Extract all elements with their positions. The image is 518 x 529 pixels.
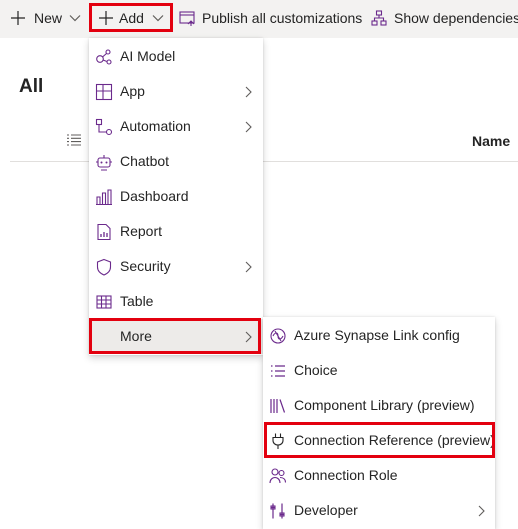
add-menu-item-label: Report — [120, 223, 163, 239]
add-menu-item-table[interactable]: Table — [89, 284, 263, 319]
add-menu-item-label: Automation — [120, 118, 191, 134]
plus-icon — [99, 11, 113, 25]
azure-synapse-icon — [270, 328, 286, 344]
add-button[interactable]: Add — [98, 0, 164, 36]
header-divider — [10, 161, 518, 162]
chevron-right-icon — [245, 261, 252, 273]
publish-icon — [179, 11, 195, 26]
view-title: All — [19, 76, 44, 97]
more-menu-item-label: Component Library (preview) — [294, 397, 475, 413]
add-menu-item-ai-model[interactable]: AI Model — [89, 39, 263, 74]
more-menu-item-developer[interactable]: Developer — [263, 493, 495, 528]
add-menu-item-label: AI Model — [120, 48, 176, 64]
component-library-icon — [270, 399, 286, 413]
more-menu-item-label: Connection Role — [294, 467, 398, 483]
chevron-right-icon — [245, 86, 252, 98]
add-menu-item-more[interactable]: More — [89, 319, 263, 354]
plus-icon — [11, 11, 25, 25]
more-menu-item-connection-role[interactable]: Connection Role — [263, 458, 495, 493]
add-menu-item-label: Security — [120, 258, 171, 274]
add-menu-item-label: App — [120, 83, 145, 99]
app-icon — [95, 83, 113, 101]
name-column-label: Name — [472, 133, 511, 149]
add-menu-item-dashboard[interactable]: Dashboard — [89, 179, 263, 214]
report-icon — [97, 223, 111, 241]
add-menu-item-report[interactable]: Report — [89, 214, 263, 249]
dashboard-icon — [96, 189, 112, 206]
dependencies-icon — [371, 10, 387, 26]
chatbot-icon — [96, 155, 112, 171]
add-menu-item-label: Table — [120, 293, 154, 309]
ai-model-icon — [96, 49, 112, 65]
add-menu-item-app[interactable]: App — [89, 74, 263, 109]
more-menu-item-choice[interactable]: Choice — [263, 353, 495, 388]
more-submenu: Azure Synapse Link config Choice Compone… — [263, 317, 495, 529]
automation-icon — [95, 118, 113, 136]
more-menu-item-label: Azure Synapse Link config — [294, 327, 460, 343]
chevron-right-icon — [478, 505, 485, 517]
more-menu-item-component-library[interactable]: Component Library (preview) — [263, 388, 495, 423]
security-icon — [96, 258, 112, 276]
publish-all-label: Publish all customizations — [202, 10, 363, 26]
list-view-icon[interactable] — [67, 134, 81, 146]
show-dependencies-label: Show dependencies — [394, 10, 518, 26]
more-menu-item-label: Connection Reference (preview) — [294, 432, 495, 448]
chevron-right-icon — [245, 331, 252, 343]
show-dependencies-button[interactable]: Show dependencies — [371, 0, 518, 36]
name-column-header[interactable]: Name — [472, 133, 518, 149]
more-menu-item-azure-synapse-link-config[interactable]: Azure Synapse Link config — [263, 318, 495, 353]
add-menu-item-label: Chatbot — [120, 153, 170, 169]
plug-icon — [272, 433, 284, 449]
add-menu: AI Model App Automation Chatbot Dashboar… — [89, 38, 263, 355]
add-button-label: Add — [119, 10, 144, 26]
command-bar: New Add Publish all customizations Show … — [0, 0, 518, 38]
more-menu-item-label: Developer — [294, 502, 358, 518]
chevron-down-icon — [69, 15, 81, 22]
choice-icon — [271, 365, 285, 377]
table-icon — [96, 295, 112, 309]
add-menu-item-chatbot[interactable]: Chatbot — [89, 144, 263, 179]
add-menu-item-label: Dashboard — [120, 188, 189, 204]
publish-all-customizations-button[interactable]: Publish all customizations — [179, 0, 362, 36]
chevron-down-icon — [152, 15, 164, 22]
new-button-label: New — [34, 10, 63, 26]
more-menu-item-label: Choice — [294, 362, 338, 378]
chevron-right-icon — [245, 121, 252, 133]
more-menu-item-connection-reference[interactable]: Connection Reference (preview) — [263, 423, 495, 458]
connection-role-icon — [269, 468, 287, 484]
add-menu-item-label: More — [120, 328, 152, 344]
add-menu-item-security[interactable]: Security — [89, 249, 263, 284]
developer-icon — [270, 503, 285, 519]
new-button[interactable]: New — [10, 0, 81, 36]
add-menu-item-automation[interactable]: Automation — [89, 109, 263, 144]
